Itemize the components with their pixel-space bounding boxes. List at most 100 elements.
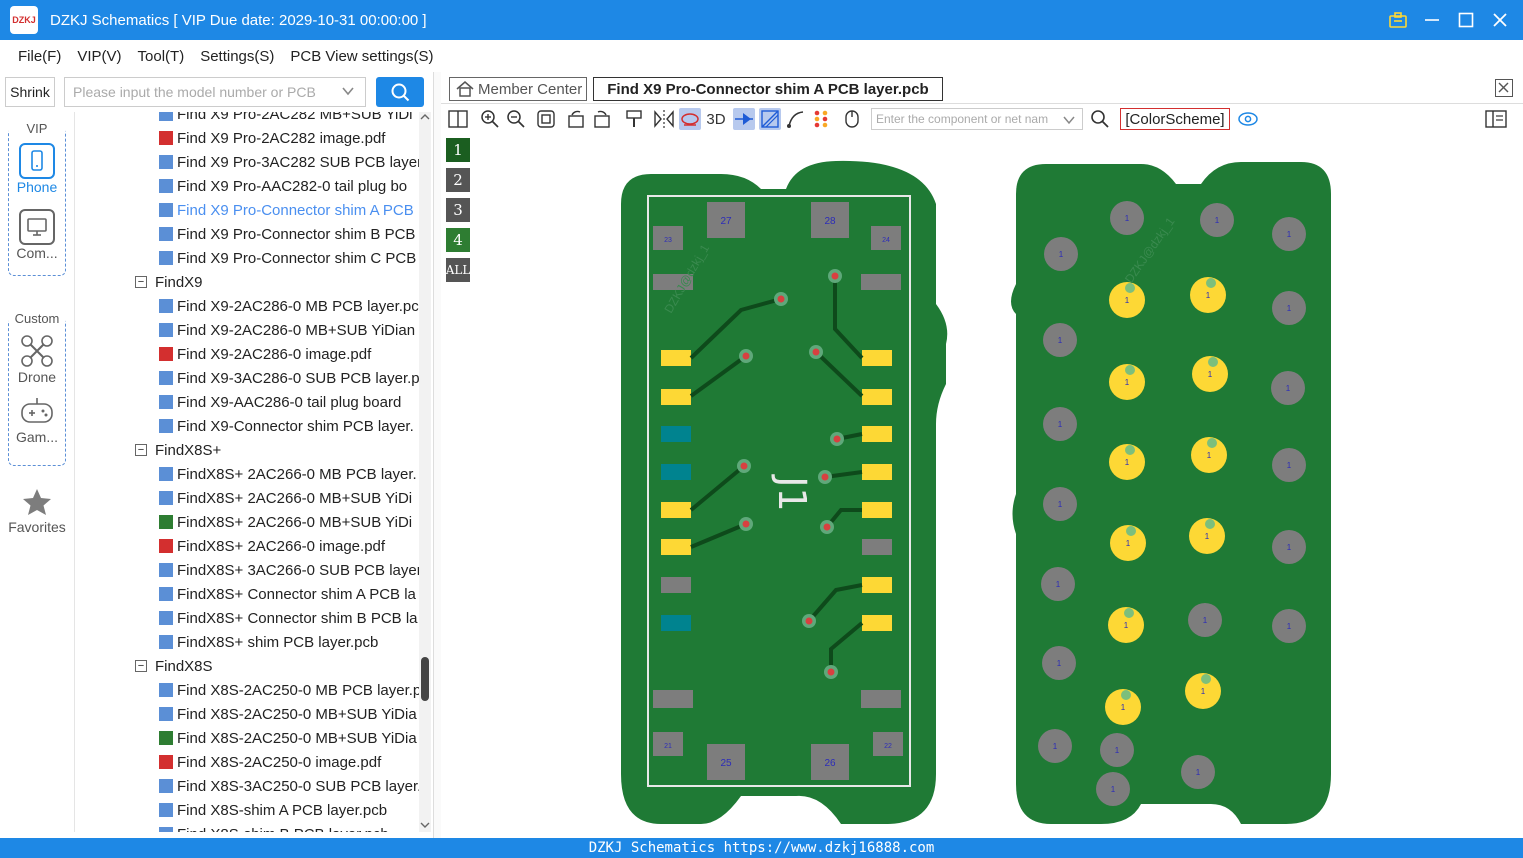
collapse-icon[interactable]: − [135,444,147,456]
pcb-file-icon [159,323,173,337]
tab-active-file[interactable]: Find X9 Pro-Connector shim A PCB layer.p… [593,77,943,101]
tree-item-label: Find X9 Pro-AAC282-0 tail plug bo [177,177,408,195]
pcb-canvas[interactable]: 1 2 3 4 ALL 27 28 23 24 21 22 25 26 J1 DZKJ@dzkj_… [441,134,1523,838]
tree-file-item[interactable]: Find X8S-shim B PCB layer.pcb [159,822,389,832]
highlight-net-icon[interactable] [679,108,701,130]
minimize-icon[interactable] [1423,11,1441,29]
pad-label: 21 [664,743,672,750]
tree-file-item[interactable]: Find X9 Pro-Connector shim A PCB [159,198,414,222]
category-favorites[interactable]: Favorites [0,488,74,535]
menu-vip[interactable]: VIP(V) [77,48,121,65]
tree-file-item[interactable]: Find X9-2AC286-0 MB PCB layer.pc [159,294,419,318]
tree-file-item[interactable]: FindX8S+ 2AC266-0 MB+SUB YiDi [159,486,412,510]
tree-file-item[interactable]: Find X8S-shim A PCB layer.pcb [159,798,387,822]
category-game[interactable]: Gam... [9,393,65,445]
pcb-file-icon [159,227,173,241]
tree-file-item[interactable]: Find X8S-2AC250-0 MB+SUB YiDia [159,702,417,726]
tree-folder[interactable]: − FindX8S+ [135,438,221,462]
tree-file-item[interactable]: Find X9 Pro-2AC282 MB+SUB YiDi [159,112,413,126]
tree-scrollbar[interactable] [419,112,431,832]
tree-folder[interactable]: − FindX9 [135,270,203,294]
side-panel-icon[interactable] [1485,108,1507,130]
close-icon[interactable] [1491,11,1509,29]
tab-member-center[interactable]: Member Center [449,77,587,101]
tree-file-item[interactable]: Find X9 Pro-3AC282 SUB PCB layer [159,150,419,174]
model-search-input[interactable]: Please input the model number or PCB [64,77,366,107]
tree-file-item[interactable]: Find X8S-2AC250-0 MB+SUB YiDia [159,726,417,750]
tree-file-item[interactable]: FindX8S+ shim PCB layer.pcb [159,630,378,654]
tree-file-item[interactable]: Find X9 Pro-Connector shim C PCB [159,246,416,270]
model-search-placeholder: Please input the model number or PCB [73,84,316,100]
tree-file-item[interactable]: Find X9-AAC286-0 tail plug board [159,390,401,414]
split-view-icon[interactable] [447,108,469,130]
rotate-right-icon[interactable] [591,108,613,130]
tree-file-item[interactable]: FindX8S+ 2AC266-0 image.pdf [159,534,385,558]
select-area-icon[interactable] [759,108,781,130]
tree-file-item[interactable]: FindX8S+ Connector shim A PCB la [159,582,416,606]
tree-file-item[interactable]: FindX8S+ 3AC266-0 SUB PCB layer [159,558,419,582]
component-search-input[interactable]: Enter the component or net nam [871,108,1083,130]
via-center [777,295,785,303]
tree-item-label: Find X9 Pro-2AC282 image.pdf [177,129,386,147]
tree-file-item[interactable]: FindX8S+ Connector shim B PCB la [159,606,418,630]
category-computer[interactable]: Com... [9,209,65,261]
pcb-file-icon [159,179,173,193]
pin-label: 1 [1126,539,1131,548]
pcb-drawing[interactable]: 27 2823 2421 2225 26J1DZKJ@dzkj_11 1111111111… [441,134,1523,838]
pin-direction-icon[interactable] [733,108,755,130]
tree-file-item[interactable]: Find X9 Pro-AAC282-0 tail plug bo [159,174,407,198]
tree-file-item[interactable]: FindX8S+ 2AC266-0 MB PCB layer. [159,462,417,486]
collapse-icon[interactable]: − [135,276,147,288]
paint-brush-icon[interactable] [623,108,645,130]
connector-pad [862,389,892,405]
color-scheme-button[interactable]: [ColorScheme] [1120,108,1230,130]
tree-item-label: Find X9-Connector shim PCB layer. [177,417,414,435]
category-phone[interactable]: Phone [9,143,65,195]
category-drone[interactable]: Drone [9,333,65,385]
mirror-icon[interactable] [653,108,675,130]
zoom-out-icon[interactable] [505,108,527,130]
pin-via [1124,608,1134,618]
menu-pcb-view-settings[interactable]: PCB View settings(S) [290,48,433,65]
pin-label: 1 [1208,370,1213,379]
pin-label: 1 [1287,304,1292,313]
collapse-icon[interactable]: − [135,660,147,672]
tree-scroll-thumb[interactable] [421,657,429,701]
pcb-file-icon [159,779,173,793]
panel-divider[interactable] [433,72,441,838]
tree-file-item[interactable]: Find X8S-3AC250-0 SUB PCB layer. [159,774,419,798]
search-button[interactable] [376,77,424,107]
tree-file-item[interactable]: Find X9-3AC286-0 SUB PCB layer.p [159,366,419,390]
fit-view-icon[interactable] [535,108,557,130]
menu-tool[interactable]: Tool(T) [138,48,185,65]
chevron-down-icon[interactable] [341,84,355,101]
close-all-tabs-icon[interactable] [1495,79,1513,97]
maximize-icon[interactable] [1457,11,1475,29]
pad-label: 25 [720,758,732,769]
tree-file-item[interactable]: Find X9-2AC286-0 MB+SUB YiDian [159,318,415,342]
tree-file-item[interactable]: Find X9-2AC286-0 image.pdf [159,342,371,366]
tree-folder[interactable]: − FindX8S [135,654,213,678]
tree-item-label: FindX9 [155,273,203,291]
tree-file-item[interactable]: Find X9 Pro-2AC282 image.pdf [159,126,385,150]
component-search-icon[interactable] [1089,108,1111,130]
tree-file-item[interactable]: Find X8S-2AC250-0 MB PCB layer.p [159,678,419,702]
menu-file[interactable]: File(F) [18,48,61,65]
view-3d-button[interactable]: 3D [703,108,729,130]
shrink-button[interactable]: Shrink [5,77,55,107]
tree-file-item[interactable]: Find X8S-2AC250-0 image.pdf [159,750,381,774]
zoom-in-icon[interactable] [479,108,501,130]
vip-badge-icon[interactable] [1389,11,1407,29]
drone-icon [19,333,55,369]
pad-grid-icon[interactable] [811,108,833,130]
rotate-left-icon[interactable] [565,108,587,130]
via-center [805,617,813,625]
tree-file-item[interactable]: Find X9 Pro-Connector shim B PCB [159,222,415,246]
eye-icon[interactable] [1237,108,1259,130]
trace-route-icon[interactable] [785,108,807,130]
mouse-icon[interactable] [841,108,863,130]
tree-file-item[interactable]: Find X9-Connector shim PCB layer. [159,414,414,438]
tree-file-item[interactable]: FindX8S+ 2AC266-0 MB+SUB YiDi [159,510,412,534]
pin-label: 1 [1124,621,1129,630]
menu-settings[interactable]: Settings(S) [200,48,274,65]
